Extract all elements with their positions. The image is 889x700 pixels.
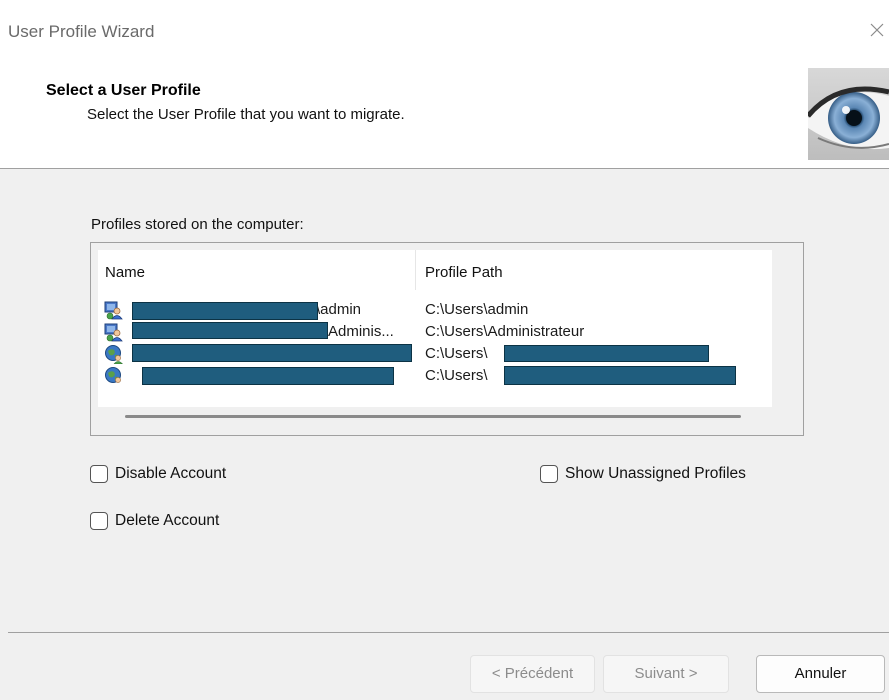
wizard-header: Select a User Profile Select the User Pr… [0, 62, 889, 169]
column-header-profile-path[interactable]: Profile Path [425, 264, 503, 281]
title-bar: User Profile Wizard [0, 0, 889, 62]
wizard-window: User Profile Wizard Select a User Profil… [0, 0, 889, 700]
cancel-button[interactable]: Annuler [756, 655, 885, 693]
checkbox-box[interactable] [540, 465, 558, 483]
show-unassigned-profiles-checkbox[interactable]: Show Unassigned Profiles [540, 465, 746, 483]
column-divider[interactable] [415, 250, 416, 290]
domain-user-icon [104, 300, 124, 320]
globe-user-icon [104, 366, 124, 385]
profiles-listbox: Name Profile Path \admin C:\Users\admin … [90, 242, 804, 436]
disable-account-label: Disable Account [115, 465, 227, 482]
eye-logo-icon [808, 68, 889, 160]
delete-account-checkbox[interactable]: Delete Account [90, 512, 219, 530]
close-icon [870, 23, 884, 37]
list-item[interactable]: C:\Users\ [98, 365, 772, 385]
redaction-box [132, 344, 412, 362]
list-item[interactable]: \admin C:\Users\admin [98, 299, 772, 321]
profile-path: C:\Users\ [425, 367, 488, 384]
domain-user-icon [104, 322, 124, 342]
show-unassigned-profiles-label: Show Unassigned Profiles [565, 465, 746, 482]
list-item[interactable]: C:\Users\ [98, 343, 772, 365]
profiles-list[interactable]: Name Profile Path \admin C:\Users\admin … [98, 250, 772, 407]
checkbox-box[interactable] [90, 512, 108, 530]
redaction-box [132, 322, 328, 339]
redaction-box [504, 345, 709, 362]
redaction-box [142, 367, 394, 385]
window-title: User Profile Wizard [8, 22, 155, 41]
list-item[interactable]: Adminis... C:\Users\Administrateur [98, 321, 772, 343]
page-title: Select a User Profile [46, 82, 201, 99]
page-subtitle: Select the User Profile that you want to… [87, 106, 405, 123]
profile-path: C:\Users\ [425, 345, 488, 362]
profile-name-text: \admin [316, 301, 362, 318]
delete-account-label: Delete Account [115, 512, 220, 529]
profile-name-text: Adminis... [328, 323, 394, 340]
checkbox-box[interactable] [90, 465, 108, 483]
previous-button[interactable]: < Précédent [470, 655, 595, 693]
profiles-label: Profiles stored on the computer: [91, 216, 304, 233]
close-button[interactable] [865, 12, 889, 52]
redaction-box [132, 302, 318, 320]
footer-divider [8, 632, 889, 633]
horizontal-scrollbar[interactable] [125, 415, 741, 418]
next-button[interactable]: Suivant > [603, 655, 729, 693]
profile-path: C:\Users\admin [425, 301, 529, 318]
column-header-name[interactable]: Name [105, 264, 145, 281]
disable-account-checkbox[interactable]: Disable Account [90, 465, 226, 483]
profile-path: C:\Users\Administrateur [425, 323, 585, 340]
redaction-box [504, 366, 736, 385]
globe-user-icon [104, 344, 124, 365]
